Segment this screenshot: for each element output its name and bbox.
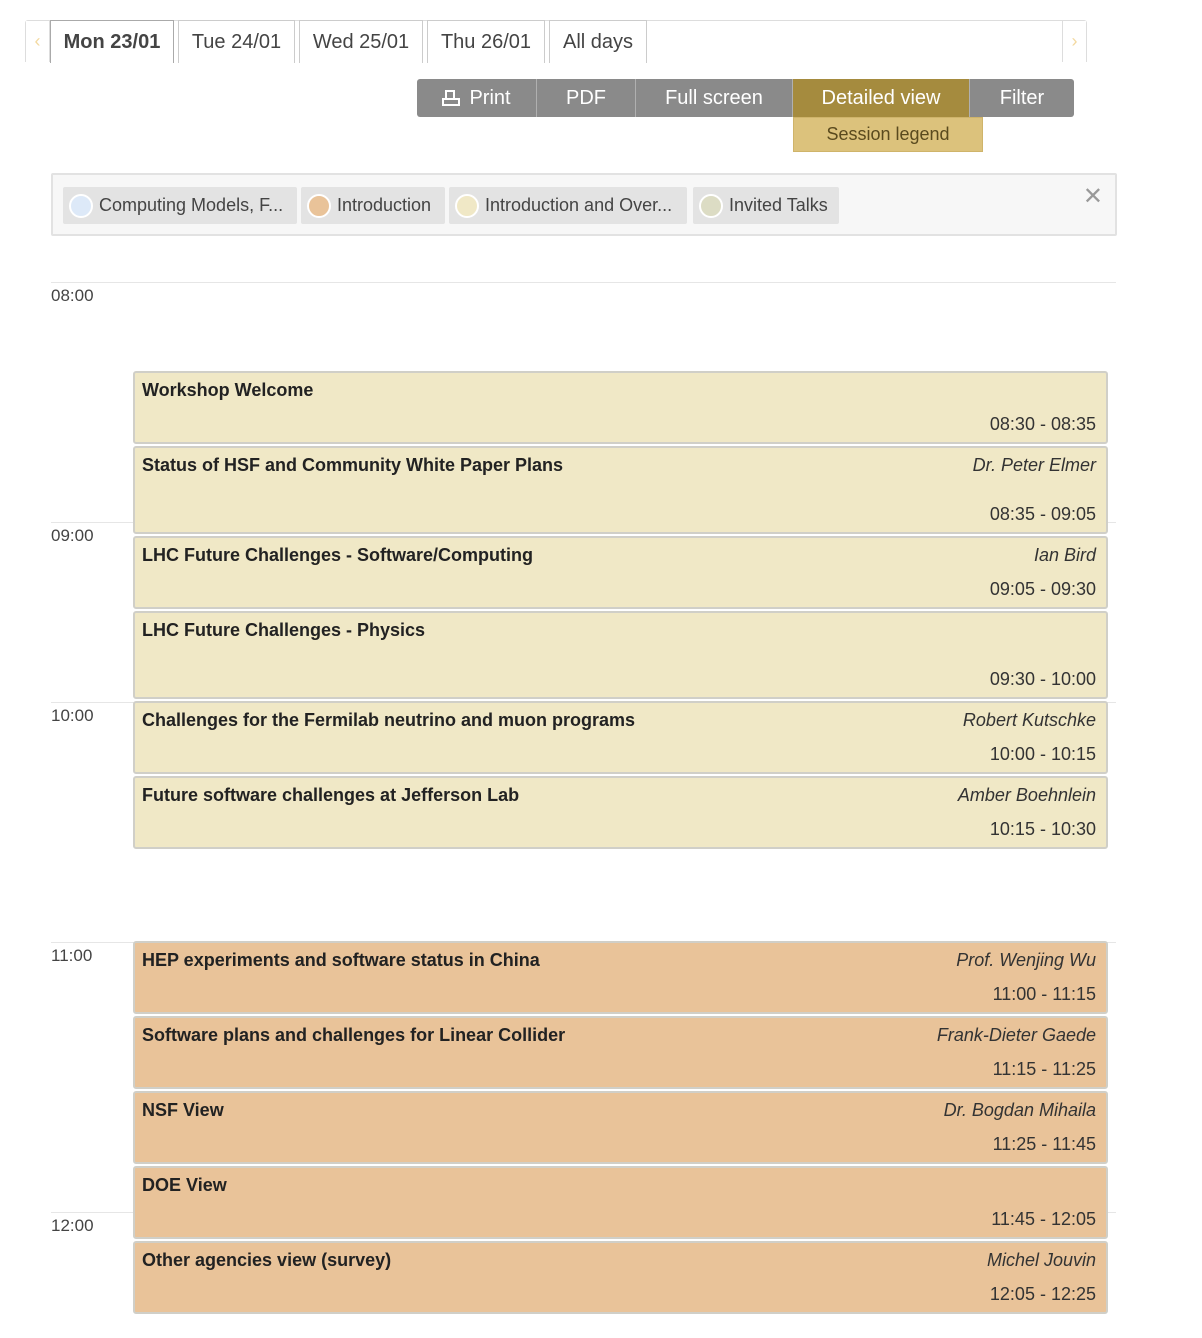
tab-wed-25-01[interactable]: Wed 25/01	[299, 20, 423, 63]
print-button[interactable]: Print	[417, 79, 537, 117]
tab-all-days[interactable]: All days	[549, 20, 647, 63]
detailed-view-button[interactable]: Detailed view	[793, 79, 970, 117]
contribution-speaker: Michel Jouvin	[986, 1250, 1096, 1270]
contribution-title: LHC Future Challenges - Physics	[142, 620, 426, 640]
contribution-block[interactable]: HEP experiments and software status in C…	[133, 941, 1108, 1014]
contribution-title: Status of HSF and Community White Paper …	[142, 455, 564, 475]
session-legend-button[interactable]: Session legend	[793, 117, 983, 152]
contribution-time: 09:05 - 09:30	[989, 579, 1096, 599]
hour-label: 12:00	[51, 1216, 94, 1235]
legend-item-label: Introduction	[337, 195, 432, 215]
contribution-title: Other agencies view (survey)	[142, 1250, 392, 1270]
contribution-block[interactable]: LHC Future Challenges - Physics 09:30 - …	[133, 611, 1108, 699]
hour-gridline	[51, 282, 1116, 283]
hour-label: 10:00	[51, 706, 94, 725]
filter-button[interactable]: Filter	[970, 79, 1074, 117]
hour-label: 09:00	[51, 526, 94, 545]
contribution-time: 08:30 - 08:35	[989, 414, 1096, 434]
pdf-button[interactable]: PDF	[537, 79, 636, 117]
tab-thu-26-01[interactable]: Thu 26/01	[427, 20, 545, 63]
legend-item-introduction-and-overview[interactable]: Introduction and Over...	[449, 187, 687, 224]
contribution-block[interactable]: DOE View 11:45 - 12:05	[133, 1166, 1108, 1239]
contribution-title: Challenges for the Fermilab neutrino and…	[142, 710, 636, 730]
contribution-block[interactable]: Workshop Welcome 08:30 - 08:35	[133, 371, 1108, 444]
contribution-title: Workshop Welcome	[142, 380, 314, 400]
legend-item-introduction[interactable]: Introduction	[301, 187, 445, 224]
next-day-arrow-icon[interactable]: ›	[1062, 21, 1086, 62]
printer-icon	[442, 90, 461, 106]
contribution-time: 11:00 - 11:15	[992, 984, 1096, 1004]
session-color-dot	[455, 193, 479, 218]
session-color-dot	[69, 193, 93, 218]
full-screen-button[interactable]: Full screen	[636, 79, 793, 117]
contribution-block[interactable]: NSF View Dr. Bogdan Mihaila 11:25 - 11:4…	[133, 1091, 1108, 1164]
previous-day-arrow-icon[interactable]: ‹	[26, 21, 50, 62]
legend-item-label: Introduction and Over...	[485, 195, 673, 215]
contribution-time: 11:45 - 12:05	[991, 1209, 1096, 1229]
contribution-time: 12:05 - 12:25	[989, 1284, 1096, 1304]
contribution-block[interactable]: Software plans and challenges for Linear…	[133, 1016, 1108, 1089]
close-icon[interactable]: ✕	[1083, 185, 1103, 209]
legend-item-computing-models[interactable]: Computing Models, F...	[63, 187, 297, 224]
contribution-title: Future software challenges at Jefferson …	[142, 785, 520, 805]
contribution-speaker: Robert Kutschke	[962, 710, 1096, 730]
contribution-speaker: Prof. Wenjing Wu	[956, 950, 1096, 970]
contribution-speaker: Dr. Bogdan Mihaila	[943, 1100, 1096, 1120]
legend-item-label: Computing Models, F...	[99, 195, 284, 215]
contribution-time: 11:25 - 11:45	[992, 1134, 1096, 1154]
contribution-block[interactable]: Other agencies view (survey) Michel Jouv…	[133, 1241, 1108, 1314]
contribution-time: 08:35 - 09:05	[989, 504, 1096, 524]
contribution-time: 09:30 - 10:00	[989, 669, 1096, 689]
contribution-time: 11:15 - 11:25	[992, 1059, 1096, 1079]
contribution-speaker: Frank-Dieter Gaede	[936, 1025, 1096, 1045]
contribution-title: DOE View	[142, 1175, 227, 1195]
tab-tue-24-01[interactable]: Tue 24/01	[178, 20, 295, 63]
contribution-speaker: Ian Bird	[1033, 545, 1096, 565]
hour-label: 11:00	[51, 946, 93, 965]
print-button-label: Print	[469, 86, 511, 109]
contribution-time: 10:15 - 10:30	[989, 819, 1096, 839]
contribution-title: Software plans and challenges for Linear…	[142, 1025, 566, 1045]
timetable-toolbar: Print PDF Full screen Detailed view Filt…	[417, 79, 1074, 117]
legend-item-invited-talks[interactable]: Invited Talks	[693, 187, 839, 224]
hour-label: 08:00	[51, 286, 94, 305]
contribution-title: HEP experiments and software status in C…	[142, 950, 540, 970]
legend-item-label: Invited Talks	[729, 195, 828, 215]
contribution-title: LHC Future Challenges - Software/Computi…	[142, 545, 534, 565]
session-color-dot	[307, 193, 331, 218]
contribution-block[interactable]: Challenges for the Fermilab neutrino and…	[133, 701, 1108, 774]
session-legend-panel: Computing Models, F... Introduction Intr…	[51, 173, 1117, 236]
contribution-block[interactable]: Future software challenges at Jefferson …	[133, 776, 1108, 849]
contribution-block[interactable]: Status of HSF and Community White Paper …	[133, 446, 1108, 534]
contribution-time: 10:00 - 10:15	[989, 744, 1096, 764]
contribution-speaker: Dr. Peter Elmer	[972, 455, 1096, 475]
tab-mon-23-01[interactable]: Mon 23/01	[50, 20, 174, 63]
contribution-speaker: Amber Boehnlein	[957, 785, 1096, 805]
contribution-block[interactable]: LHC Future Challenges - Software/Computi…	[133, 536, 1108, 609]
session-color-dot	[699, 193, 723, 218]
contribution-title: NSF View	[142, 1100, 224, 1120]
